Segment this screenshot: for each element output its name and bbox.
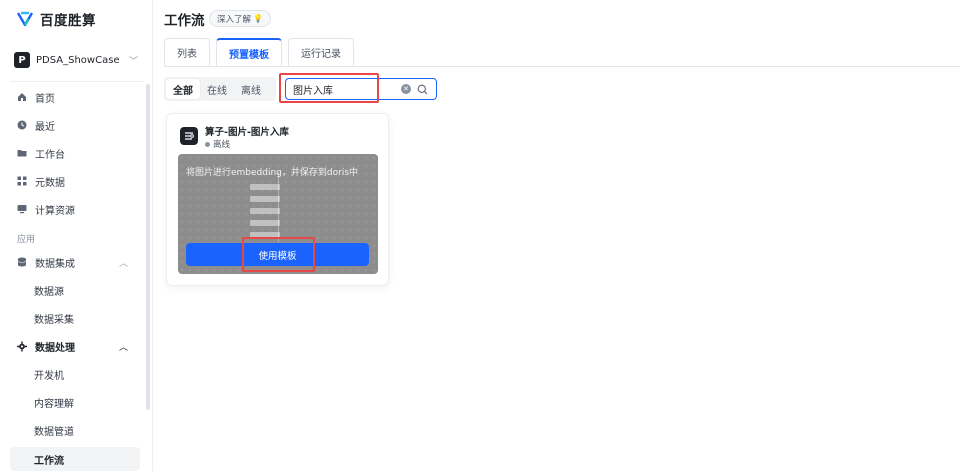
sidebar-item-content-understanding[interactable]: 内容理解 [0, 390, 146, 414]
template-title: 算子-图片-图片入库 [205, 127, 289, 138]
gear-icon [17, 341, 27, 351]
app-name: 百度胜算 [40, 13, 96, 29]
divider [10, 81, 143, 82]
preview-connector [278, 172, 279, 242]
sidebar-group-data-integration[interactable]: 数据集成 ︿ [0, 250, 146, 274]
sidebar-item-label: 计算资源 [35, 205, 75, 217]
sidebar-item-workbench[interactable]: 工作台 [0, 141, 146, 165]
workspace-avatar: P [14, 52, 30, 68]
template-preview: 将图片进行embedding，并保存到doris中 使用模板 [178, 154, 378, 274]
sidebar-item-label: 工作流 [34, 455, 64, 467]
preview-node [250, 184, 280, 190]
clock-icon [17, 120, 27, 130]
chevron-up-icon: ︿ [119, 342, 129, 353]
chevron-down-icon: ﹀ [128, 56, 138, 67]
sidebar-item-label: 内容理解 [34, 398, 74, 410]
filter-all[interactable]: 全部 [166, 79, 200, 99]
tab-divider [164, 66, 960, 67]
preview-node [250, 232, 280, 238]
use-template-button[interactable]: 使用模板 [186, 243, 369, 266]
tab-label: 列表 [177, 49, 197, 60]
filter-online[interactable]: 在线 [200, 79, 234, 99]
sidebar-item-label: 数据源 [34, 286, 64, 298]
sidebar-item-label: 最近 [35, 121, 55, 133]
sidebar-item-label: 数据采集 [34, 314, 74, 326]
sidebar-item-compute[interactable]: 计算资源 [0, 197, 146, 221]
learn-more-button[interactable]: 深入了解 💡 [209, 10, 271, 27]
page-title: 工作流 [164, 13, 205, 29]
filter-offline[interactable]: 离线 [234, 79, 268, 99]
template-status: 离线 [205, 138, 230, 150]
preview-node [250, 196, 280, 202]
chevron-up-icon: ︿ [119, 258, 129, 269]
sidebar-section-label: 应用 [17, 235, 36, 245]
template-status-label: 离线 [213, 140, 231, 150]
workspace-switcher[interactable]: P PDSA_ShowCase ﹀ [14, 48, 138, 72]
search-input[interactable] [293, 83, 393, 95]
folder-icon [17, 148, 27, 158]
app-logo[interactable]: 百度胜算 [16, 9, 96, 29]
operator-icon [180, 127, 198, 145]
sidebar-item-label: 开发机 [34, 370, 64, 382]
clear-icon[interactable]: ✕ [401, 84, 411, 94]
sidebar-item-home[interactable]: 首页 [0, 85, 146, 109]
preview-node [250, 208, 280, 214]
sidebar-item-data-collection[interactable]: 数据采集 [0, 306, 146, 330]
template-card[interactable]: 算子-图片-图片入库 离线 将图片进行embedding，并保存到doris中 … [166, 113, 389, 286]
sidebar-item-data-pipeline[interactable]: 数据管道 [0, 418, 146, 442]
status-dot-icon [205, 141, 210, 147]
sidebar-item-label: 元数据 [35, 177, 65, 189]
learn-more-label: 深入了解 [217, 14, 252, 25]
tab-label: 预置模板 [229, 49, 269, 61]
preview-node [250, 220, 280, 226]
status-filter: 全部 在线 离线 [164, 77, 276, 101]
sidebar-item-label: 首页 [35, 93, 55, 105]
lightbulb-icon: 💡 [253, 14, 263, 23]
search-box: ✕ [285, 78, 437, 100]
sidebar-item-label: 数据处理 [35, 342, 75, 354]
workspace-name: PDSA_ShowCase [36, 54, 120, 66]
sidebar-item-workflow[interactable]: 工作流 [10, 447, 140, 471]
database-icon [17, 257, 27, 267]
sidebar-item-label: 数据集成 [35, 258, 75, 270]
sidebar: 百度胜算 P PDSA_ShowCase ﹀ 首页 最近 工作台 元数据 计算资… [0, 0, 153, 471]
template-description: 将图片进行embedding，并保存到doris中 [186, 168, 359, 178]
tab-preset-templates[interactable]: 预置模板 [216, 38, 282, 66]
sidebar-item-label: 数据管道 [34, 426, 74, 438]
app-root: 百度胜算 P PDSA_ShowCase ﹀ 首页 最近 工作台 元数据 计算资… [0, 0, 960, 471]
sidebar-item-metadata[interactable]: 元数据 [0, 169, 146, 193]
tab-list[interactable]: 列表 [164, 38, 210, 66]
sidebar-group-data-processing[interactable]: 数据处理 ︿ [0, 334, 146, 358]
logo-icon [16, 11, 34, 27]
tab-bar: 列表 预置模板 运行记录 [164, 38, 354, 66]
sidebar-item-label: 工作台 [35, 149, 65, 161]
search-icon[interactable] [417, 84, 428, 95]
tab-run-history[interactable]: 运行记录 [288, 38, 354, 66]
sidebar-item-recent[interactable]: 最近 [0, 113, 146, 137]
home-icon [17, 92, 27, 102]
sidebar-item-data-source[interactable]: 数据源 [0, 278, 146, 302]
sidebar-item-dev-machine[interactable]: 开发机 [0, 362, 146, 386]
monitor-icon [17, 204, 27, 214]
grid-icon [17, 176, 27, 186]
tab-label: 运行记录 [301, 49, 341, 60]
sidebar-scrollbar[interactable] [146, 84, 150, 410]
